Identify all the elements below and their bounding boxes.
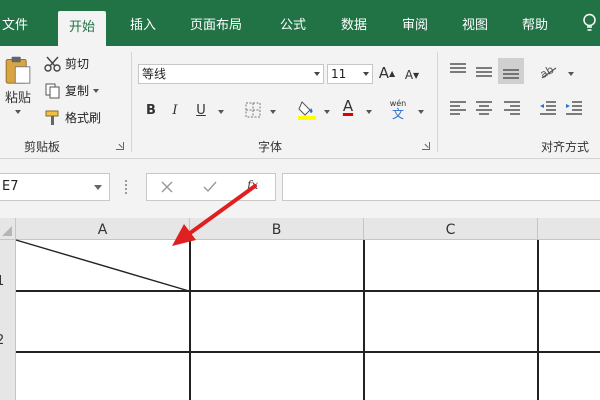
annotation-overlay [15, 184, 257, 292]
red-arrow-head [172, 224, 196, 246]
diagonal-border [15, 239, 190, 292]
red-arrow-icon [184, 184, 257, 238]
